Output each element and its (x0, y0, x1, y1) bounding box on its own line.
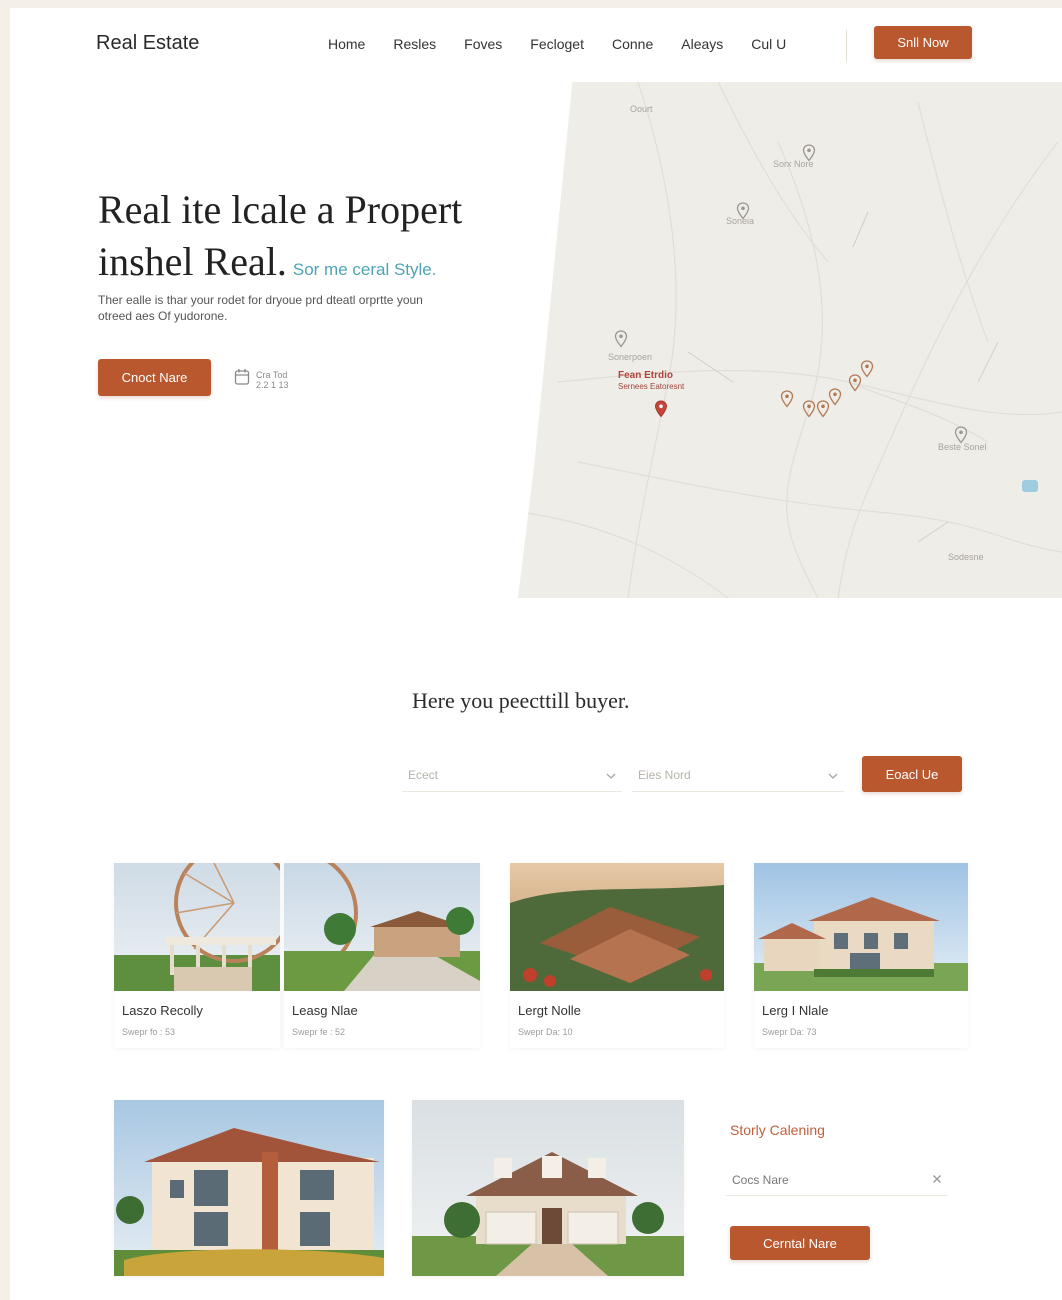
search-select-type[interactable]: Eies Nord (632, 758, 844, 792)
pin-icon[interactable] (860, 360, 874, 378)
featured-listing[interactable] (114, 1100, 384, 1276)
section-title: Here you peecttill buyer. (412, 688, 630, 713)
listing-name: Leasg Nlae (292, 1003, 358, 1018)
hero-title-accent: Sor me ceral Style. (292, 260, 437, 279)
main-nav: Home Resles Foves Fecloget Conne Aleays … (328, 36, 786, 52)
hero-title: Real ite lcale a Propert inshel Real. Sor… (98, 184, 528, 296)
map-center-label: Fean Etrdio Sernees Eatoresnt (618, 370, 684, 392)
property-map[interactable]: Oourt Sorx Nore Soneia Sonerpoen Beste S… (518, 82, 1062, 598)
listing-card[interactable]: Lerg I Nlale Swepr Da: 73 (754, 863, 968, 1048)
hero-meta-text: Cra Tod 2.2 1 13 (256, 370, 296, 390)
nav-item-cul[interactable]: Cul U (751, 36, 786, 52)
hero-description: Ther ealle is thar your rodet for dryoue… (98, 293, 423, 323)
listing-photo (114, 863, 280, 991)
sidebar-name-value: Cocs Nare (732, 1172, 789, 1187)
header-cta-button[interactable]: Snll Now (874, 26, 972, 59)
brand-logo[interactable]: Real Estate (96, 32, 199, 55)
pin-icon[interactable] (802, 400, 816, 418)
listing-photo (754, 863, 968, 991)
map-layer-chip[interactable] (1022, 480, 1038, 492)
hero-title-line-2: inshel Real. (98, 239, 287, 284)
search-select-type-placeholder: Eies Nord (638, 767, 691, 782)
sidebar-name-field[interactable]: Cocs Nare (726, 1164, 948, 1196)
listing-photo (284, 863, 480, 991)
page: Real Estate Home Resles Foves Fecloget C… (10, 8, 1062, 1300)
listing-card[interactable]: Leasg Nlae Swepr fe : 52 (284, 863, 480, 1048)
pin-icon[interactable] (614, 330, 628, 348)
listing-card[interactable]: Laszo Recolly Swepr fo : 53 (114, 863, 280, 1048)
listing-name: Lerg I Nlale (762, 1003, 829, 1018)
map-center-label-1: Fean Etrdio (618, 370, 674, 381)
pin-icon[interactable] (736, 202, 750, 220)
listing-photo (510, 863, 724, 991)
nav-divider (846, 30, 847, 62)
listing-sub: Swepr Da: 10 (518, 1027, 573, 1037)
pin-icon[interactable] (654, 400, 668, 418)
pin-icon[interactable] (780, 390, 794, 408)
hero-meta-line-2: 2.2 1 13 (256, 379, 289, 390)
listing-name: Laszo Recolly (122, 1003, 203, 1018)
listing-photo (114, 1100, 384, 1276)
listing-name: Lergt Nolle (518, 1003, 581, 1018)
calendar-icon (234, 368, 250, 391)
listing-sub: Swepr fe : 52 (292, 1027, 346, 1037)
search-select-location[interactable]: Ecect (402, 758, 622, 792)
hero-contact-button[interactable]: Cnoct Nare (98, 359, 211, 396)
nav-item-resles[interactable]: Resles (393, 36, 436, 52)
nav-item-fecloget[interactable]: Fecloget (530, 36, 584, 52)
chevron-down-icon (828, 768, 838, 782)
hero-meta[interactable]: Cra Tod 2.2 1 13 (234, 368, 296, 391)
pin-icon[interactable] (802, 144, 816, 162)
nav-item-foves[interactable]: Foves (464, 36, 502, 52)
pin-icon[interactable] (828, 388, 842, 406)
listing-photo (412, 1100, 684, 1276)
nav-item-aleays[interactable]: Aleays (681, 36, 723, 52)
featured-listing[interactable] (412, 1100, 684, 1276)
close-icon[interactable] (932, 1173, 942, 1187)
sidebar-title: Storly Calening (730, 1122, 825, 1138)
nav-item-conne[interactable]: Conne (612, 36, 653, 52)
nav-item-home[interactable]: Home (328, 36, 365, 52)
search-button[interactable]: Eoacl Ue (862, 756, 962, 792)
hero-meta-line-1: Cra Tod (256, 369, 288, 380)
hero-title-line-1: Real ite lcale a Propert (98, 187, 463, 232)
search-select-location-placeholder: Ecect (408, 767, 439, 782)
listing-sub: Swepr Da: 73 (762, 1027, 817, 1037)
sidebar-submit-button[interactable]: Cerntal Nare (730, 1226, 870, 1260)
listing-sub: Swepr fo : 53 (122, 1027, 176, 1037)
listing-card[interactable]: Lergt Nolle Swepr Da: 10 (510, 863, 724, 1048)
pin-icon[interactable] (954, 426, 968, 444)
chevron-down-icon (606, 768, 616, 782)
map-center-label-2: Sernees Eatoresnt (618, 382, 685, 391)
